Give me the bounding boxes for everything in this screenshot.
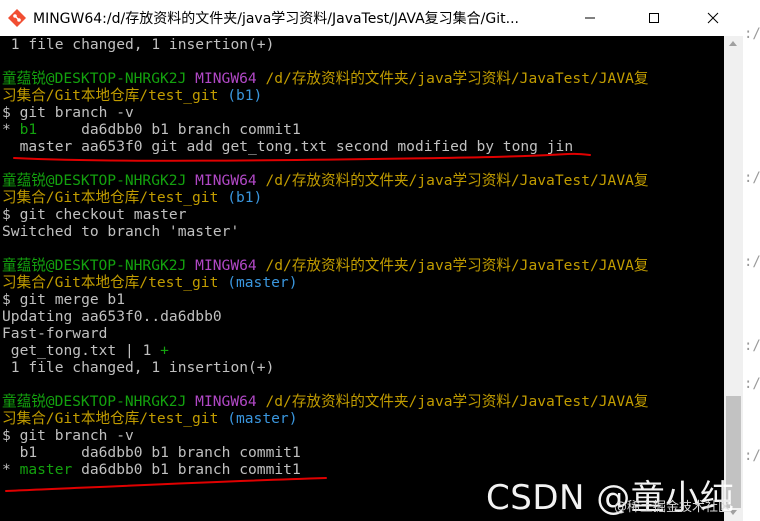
mingw-app-icon bbox=[8, 9, 26, 27]
diff-summary-line: 1 file changed, 1 insertion(+) bbox=[2, 36, 275, 53]
prompt-path-cont: 习集合/Git本地仓库/test_git bbox=[2, 274, 219, 291]
command-line: $ git checkout master bbox=[2, 206, 187, 223]
prompt-user: 童蕴锐@DESKTOP-NHRGK2J bbox=[2, 172, 187, 189]
diffstat-file: get_tong.txt | 1 bbox=[2, 342, 161, 359]
prompt-shell: MINGW64 bbox=[195, 393, 257, 410]
command-line: $ git branch -v bbox=[2, 427, 134, 444]
prompt-shell: MINGW64 bbox=[195, 172, 257, 189]
close-icon bbox=[707, 12, 719, 24]
prompt-line: 童蕴锐@DESKTOP-NHRGK2J MINGW64 /d/存放资料的文件夹/… bbox=[2, 172, 649, 189]
background-text: :/ bbox=[744, 376, 760, 392]
branch-commit-info: da6dbb0 b1 branch commit1 bbox=[72, 461, 301, 478]
background-text: :/ bbox=[744, 170, 760, 186]
prompt-user: 童蕴锐@DESKTOP-NHRGK2J bbox=[2, 257, 187, 274]
terminal-output[interactable]: 1 file changed, 1 insertion(+) 童蕴锐@DESKT… bbox=[0, 36, 724, 521]
prompt-user: 童蕴锐@DESKTOP-NHRGK2J bbox=[2, 70, 187, 87]
prompt-shell: MINGW64 bbox=[195, 257, 257, 274]
minimize-button[interactable] bbox=[567, 0, 613, 36]
prompt-path-cont: 习集合/Git本地仓库/test_git bbox=[2, 87, 219, 104]
prompt-path-cont: 习集合/Git本地仓库/test_git bbox=[2, 410, 219, 427]
diffstat-line: get_tong.txt | 1 + bbox=[2, 342, 169, 359]
prompt-shell: MINGW64 bbox=[195, 70, 257, 87]
output-line: Updating aa653f0..da6dbb0 bbox=[2, 308, 222, 325]
branch-list-item: * b1 da6dbb0 b1 branch commit1 bbox=[2, 121, 301, 138]
vertical-scrollbar[interactable] bbox=[724, 36, 743, 521]
command-line: $ git merge b1 bbox=[2, 291, 126, 308]
diff-summary-line: 1 file changed, 1 insertion(+) bbox=[2, 359, 275, 376]
prompt-path: /d/存放资料的文件夹/java学习资料/JavaTest/JAVA复 bbox=[265, 172, 649, 189]
prompt-line-wrap: 习集合/Git本地仓库/test_git (master) bbox=[2, 410, 297, 427]
juejin-watermark: @稀土掘金技术社区 bbox=[614, 500, 732, 515]
branch-list-item: master aa653f0 git add get_tong.txt seco… bbox=[2, 138, 574, 155]
title-bar: MINGW64:/d/存放资料的文件夹/java学习资料/JavaTest/JA… bbox=[0, 0, 760, 36]
prompt-branch: (b1) bbox=[227, 87, 263, 104]
diffstat-plus: + bbox=[160, 342, 169, 359]
close-button[interactable] bbox=[690, 0, 736, 36]
prompt-path: /d/存放资料的文件夹/java学习资料/JavaTest/JAVA复 bbox=[265, 70, 649, 87]
current-branch-name: master bbox=[19, 461, 73, 478]
prompt-line-wrap: 习集合/Git本地仓库/test_git (b1) bbox=[2, 87, 262, 104]
background-text: :/ bbox=[744, 448, 760, 464]
window-title: MINGW64:/d/存放资料的文件夹/java学习资料/JavaTest/JA… bbox=[33, 11, 519, 27]
maximize-button[interactable] bbox=[631, 0, 677, 36]
prompt-line: 童蕴锐@DESKTOP-NHRGK2J MINGW64 /d/存放资料的文件夹/… bbox=[2, 70, 649, 87]
maximize-icon bbox=[649, 13, 659, 23]
prompt-line-wrap: 习集合/Git本地仓库/test_git (b1) bbox=[2, 189, 262, 206]
prompt-branch: (b1) bbox=[227, 189, 263, 206]
branch-list-item: * master da6dbb0 b1 branch commit1 bbox=[2, 461, 301, 478]
output-line: Fast-forward bbox=[2, 325, 108, 342]
minimize-icon bbox=[585, 17, 595, 19]
prompt-path-cont: 习集合/Git本地仓库/test_git bbox=[2, 189, 219, 206]
scroll-up-arrow-icon[interactable] bbox=[729, 41, 737, 46]
current-branch-name: b1 bbox=[19, 121, 38, 138]
branch-commit-info: da6dbb0 b1 branch commit1 bbox=[37, 121, 301, 138]
prompt-line-wrap: 习集合/Git本地仓库/test_git (master) bbox=[2, 274, 297, 291]
prompt-line: 童蕴锐@DESKTOP-NHRGK2J MINGW64 /d/存放资料的文件夹/… bbox=[2, 257, 649, 274]
command-line: $ git branch -v bbox=[2, 104, 134, 121]
current-branch-marker: * bbox=[2, 121, 20, 138]
prompt-path: /d/存放资料的文件夹/java学习资料/JavaTest/JAVA复 bbox=[265, 393, 649, 410]
background-text: :/ bbox=[744, 338, 760, 354]
prompt-branch: (master) bbox=[227, 274, 298, 291]
background-text: :/ bbox=[744, 254, 760, 270]
prompt-user: 童蕴锐@DESKTOP-NHRGK2J bbox=[2, 393, 187, 410]
branch-list-item: b1 da6dbb0 b1 branch commit1 bbox=[2, 444, 301, 461]
prompt-branch: (master) bbox=[227, 410, 298, 427]
current-branch-marker: * bbox=[2, 461, 20, 478]
background-text: :/ bbox=[744, 26, 760, 42]
prompt-path: /d/存放资料的文件夹/java学习资料/JavaTest/JAVA复 bbox=[265, 257, 649, 274]
background-window-edge: :/ :/ :/ :/ :/ :/ bbox=[743, 0, 760, 521]
prompt-line: 童蕴锐@DESKTOP-NHRGK2J MINGW64 /d/存放资料的文件夹/… bbox=[2, 393, 649, 410]
output-line: Switched to branch 'master' bbox=[2, 223, 240, 240]
